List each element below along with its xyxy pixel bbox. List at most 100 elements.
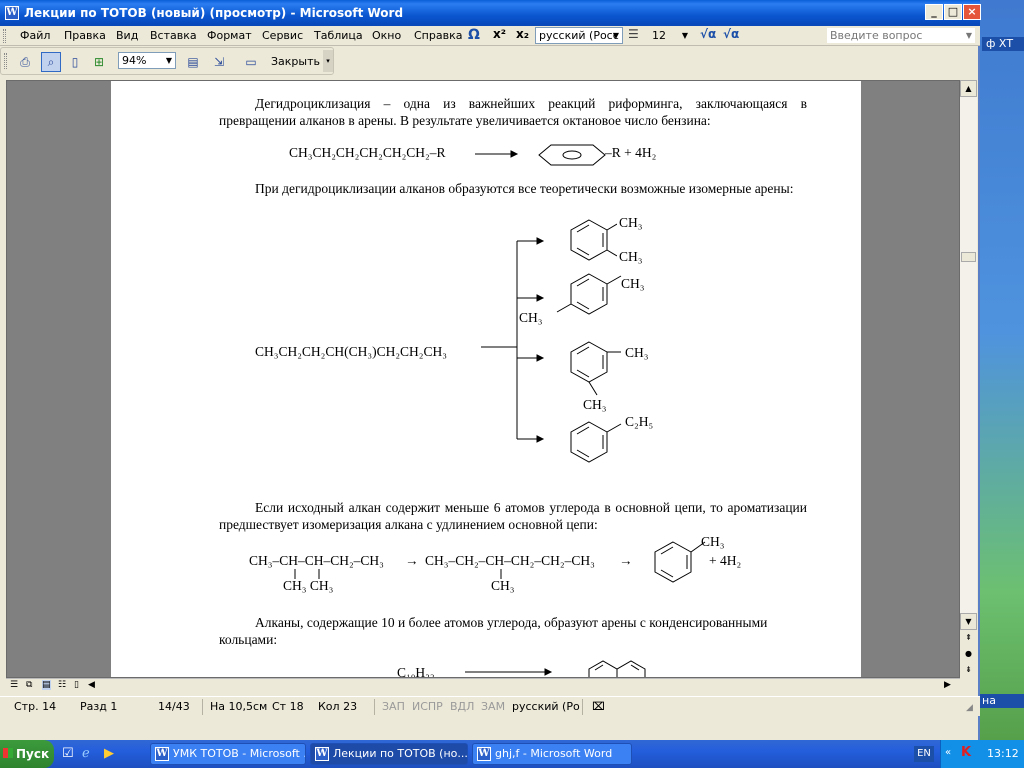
toolbar-grip[interactable] xyxy=(4,53,7,69)
desktop-background xyxy=(978,0,1024,740)
quicklaunch-icon[interactable]: ☑ xyxy=(62,746,74,761)
menu-window[interactable]: Окно xyxy=(372,29,401,42)
document-page[interactable]: Дегидроциклизация – одна из важнейших ре… xyxy=(111,81,861,678)
clock[interactable]: 13:12 xyxy=(987,747,1019,760)
decane-formula: C₁₀H₂₂ xyxy=(397,665,435,678)
naphthalene-icon xyxy=(588,660,646,677)
prev-page-icon[interactable]: ⇞ xyxy=(960,630,977,647)
status-rec[interactable]: ЗАП xyxy=(382,700,405,713)
status-line: Ст 18 xyxy=(272,700,304,713)
menu-view[interactable]: Вид xyxy=(116,29,138,42)
word-icon: W xyxy=(315,747,329,761)
vertical-scrollbar[interactable]: ▲ ▼ ⇞ ● ⇟ xyxy=(960,80,977,679)
paragraph: Алканы, содержащие 10 и более атомов угл… xyxy=(219,615,768,647)
scroll-left-icon[interactable]: ◀ xyxy=(88,680,95,690)
superscript-icon[interactable]: x² xyxy=(493,27,506,41)
menu-grip[interactable] xyxy=(3,29,6,43)
horizontal-scrollbar[interactable]: ☰ ⧉ ▤ ☷ ▯ ◀ ▶ xyxy=(6,678,960,694)
product-label: + 4H₂ xyxy=(709,553,742,568)
status-section: Разд 1 xyxy=(80,700,118,713)
chevron-down-icon[interactable]: ▼ xyxy=(679,28,691,43)
menu-insert[interactable]: Вставка xyxy=(150,29,197,42)
windows-logo-icon xyxy=(3,748,13,758)
ch3-label: CH₃ xyxy=(701,534,725,549)
maximize-button[interactable]: □ xyxy=(944,4,962,20)
task-button-active[interactable]: W Лекции по ТОТОВ (но... xyxy=(310,743,468,765)
word-icon: W xyxy=(155,747,169,761)
multiple-pages-icon[interactable]: ⊞ xyxy=(89,52,109,72)
print-icon[interactable]: ⎙ xyxy=(15,52,35,72)
view-ruler-icon[interactable]: ▤ xyxy=(183,52,203,72)
task-button[interactable]: W ghj,f - Microsoft Word xyxy=(472,743,632,765)
scroll-thumb[interactable] xyxy=(961,252,976,262)
antivirus-icon[interactable]: K xyxy=(961,745,971,760)
status-ovr[interactable]: ЗАМ xyxy=(481,700,505,713)
task-button[interactable]: W УМК ТОТОВ - Microsoft ... xyxy=(150,743,306,765)
system-tray: « K 13:12 xyxy=(940,740,1024,768)
status-divider xyxy=(582,699,583,715)
ie-icon[interactable]: ℯ xyxy=(82,746,90,761)
scroll-up-icon[interactable]: ▲ xyxy=(960,80,977,97)
scroll-right-icon[interactable]: ▶ xyxy=(944,680,951,690)
help-search-input[interactable]: Введите вопрос ▼ xyxy=(826,27,976,44)
status-column: Кол 23 xyxy=(318,700,358,713)
menu-format[interactable]: Формат xyxy=(207,29,252,42)
menu-edit[interactable]: Правка xyxy=(64,29,106,42)
status-divider xyxy=(202,699,203,715)
select-browse-object-icon[interactable]: ● xyxy=(960,646,977,663)
language-select[interactable]: русский (Росс ▼ xyxy=(535,27,623,44)
tray-expand-icon[interactable]: « xyxy=(945,747,951,758)
normal-view-icon[interactable]: ☰ xyxy=(10,680,18,690)
subscript-icon[interactable]: x₂ xyxy=(516,27,529,41)
window-title: Лекции по ТОТОВ (новый) (просмотр) - Mic… xyxy=(24,6,404,20)
equation-icon[interactable]: √α xyxy=(700,27,716,41)
menu-table[interactable]: Таблица xyxy=(314,29,363,42)
status-page: Стр. 14 xyxy=(14,700,57,713)
equation-icon[interactable]: √α xyxy=(723,27,739,41)
close-button[interactable]: × xyxy=(963,4,981,20)
zoom-select[interactable]: 94% ▼ xyxy=(118,52,176,69)
font-size-value: 12 xyxy=(652,29,666,42)
status-position: На 10,5см xyxy=(210,700,268,713)
status-ext[interactable]: ВДЛ xyxy=(450,700,474,713)
scroll-down-icon[interactable]: ▼ xyxy=(960,613,977,630)
status-divider xyxy=(374,699,375,715)
magnifier-icon[interactable]: ⌕ xyxy=(41,52,61,72)
menu-tools[interactable]: Сервис xyxy=(262,29,303,42)
task-label: ghj,f - Microsoft Word xyxy=(495,747,613,760)
spelling-icon[interactable]: ⌧ xyxy=(592,700,605,713)
font-size-select[interactable]: 12 ▼ xyxy=(648,27,692,44)
next-page-icon[interactable]: ⇟ xyxy=(960,662,977,679)
resize-grip-icon[interactable]: ◢ xyxy=(966,703,973,713)
desktop-icon-label[interactable]: ф ХТ xyxy=(982,37,1024,51)
minimize-button[interactable]: _ xyxy=(925,4,943,20)
close-preview-button[interactable]: Закрыть xyxy=(271,55,320,68)
chevron-down-icon[interactable]: ▼ xyxy=(610,28,622,43)
language-indicator[interactable]: EN xyxy=(914,746,934,762)
desktop-icon-label[interactable]: на xyxy=(980,694,1024,708)
omega-icon[interactable]: Ω xyxy=(468,27,480,43)
reading-view-icon[interactable]: ▯ xyxy=(74,680,79,690)
bullets-icon[interactable]: ☰ xyxy=(628,27,639,41)
outline-view-icon[interactable]: ☷ xyxy=(58,680,66,690)
shrink-to-fit-icon[interactable]: ⇲ xyxy=(209,52,229,72)
status-bar: Стр. 14 Разд 1 14/43 На 10,5см Ст 18 Кол… xyxy=(0,696,980,716)
one-page-icon[interactable]: ▯ xyxy=(65,52,85,72)
full-screen-icon[interactable]: ▭ xyxy=(241,52,261,72)
start-button[interactable]: Пуск xyxy=(0,740,54,768)
toolbar-options-icon[interactable]: ▾ xyxy=(323,50,333,72)
chevron-down-icon[interactable]: ▼ xyxy=(163,53,175,68)
status-track[interactable]: ИСПР xyxy=(412,700,443,713)
menu-file[interactable]: Файл xyxy=(20,29,50,42)
print-view-icon[interactable]: ▤ xyxy=(42,680,51,690)
web-view-icon[interactable]: ⧉ xyxy=(26,680,32,690)
language-value: русский (Росс xyxy=(539,29,619,42)
task-label: Лекции по ТОТОВ (но... xyxy=(333,747,468,760)
media-player-icon[interactable]: ▶ xyxy=(104,746,114,761)
task-label: УМК ТОТОВ - Microsoft ... xyxy=(173,747,306,760)
word-icon: W xyxy=(477,747,491,761)
menu-help[interactable]: Справка xyxy=(414,29,462,42)
title-bar[interactable]: W Лекции по ТОТОВ (новый) (просмотр) - M… xyxy=(0,0,981,26)
document-area[interactable]: Дегидроциклизация – одна из важнейших ре… xyxy=(6,80,960,678)
chevron-down-icon[interactable]: ▼ xyxy=(963,28,975,43)
